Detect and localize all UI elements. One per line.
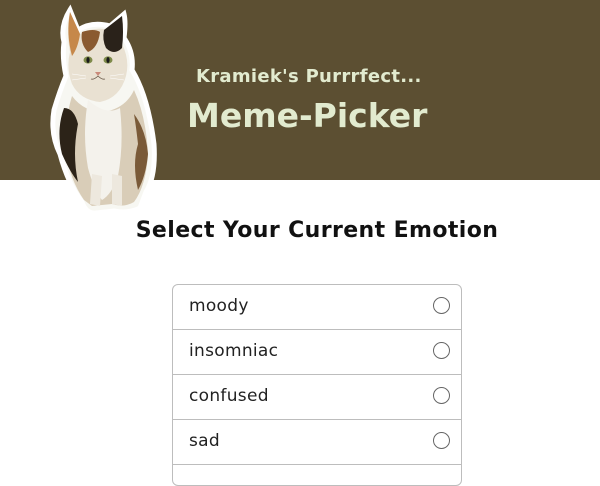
radio-button[interactable] [433, 297, 450, 314]
emotion-option-label: sad [189, 431, 220, 451]
radio-button[interactable] [433, 432, 450, 449]
calico-cat-icon [42, 4, 167, 216]
emotion-option-sad[interactable]: sad [173, 420, 461, 465]
app-subtitle: Kramiek's Purrrfect... [196, 66, 422, 87]
radio-button[interactable] [433, 342, 450, 359]
emotion-option-label: confused [189, 386, 269, 406]
emotion-option-moody[interactable]: moody [173, 285, 461, 330]
emotion-option-insomniac[interactable]: insomniac [173, 330, 461, 375]
emotion-option-confused[interactable]: confused [173, 375, 461, 420]
emotion-option-label: insomniac [189, 341, 279, 361]
emotion-option-label: moody [189, 296, 249, 316]
app-title: Meme-Picker [187, 96, 428, 135]
emotion-prompt-heading: Select Your Current Emotion [135, 218, 499, 243]
radio-button[interactable] [433, 387, 450, 404]
emotion-radio-list: moody insomniac confused sad [172, 284, 462, 486]
